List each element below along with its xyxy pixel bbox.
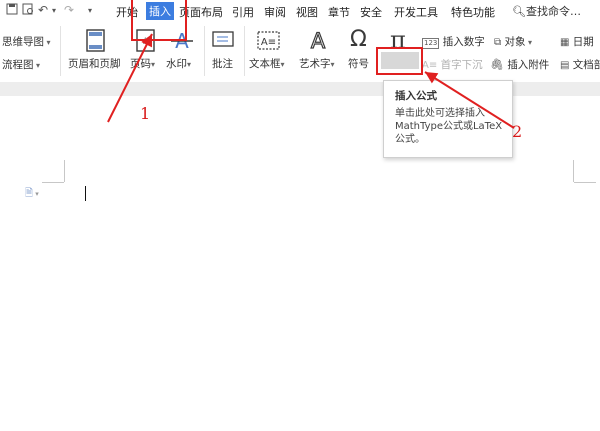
annotation-number-2: 2 (512, 122, 523, 141)
arrow-to-formula (424, 71, 515, 129)
annotation-arrows (107, 33, 515, 129)
annotation-number-1: 1 (140, 104, 151, 123)
